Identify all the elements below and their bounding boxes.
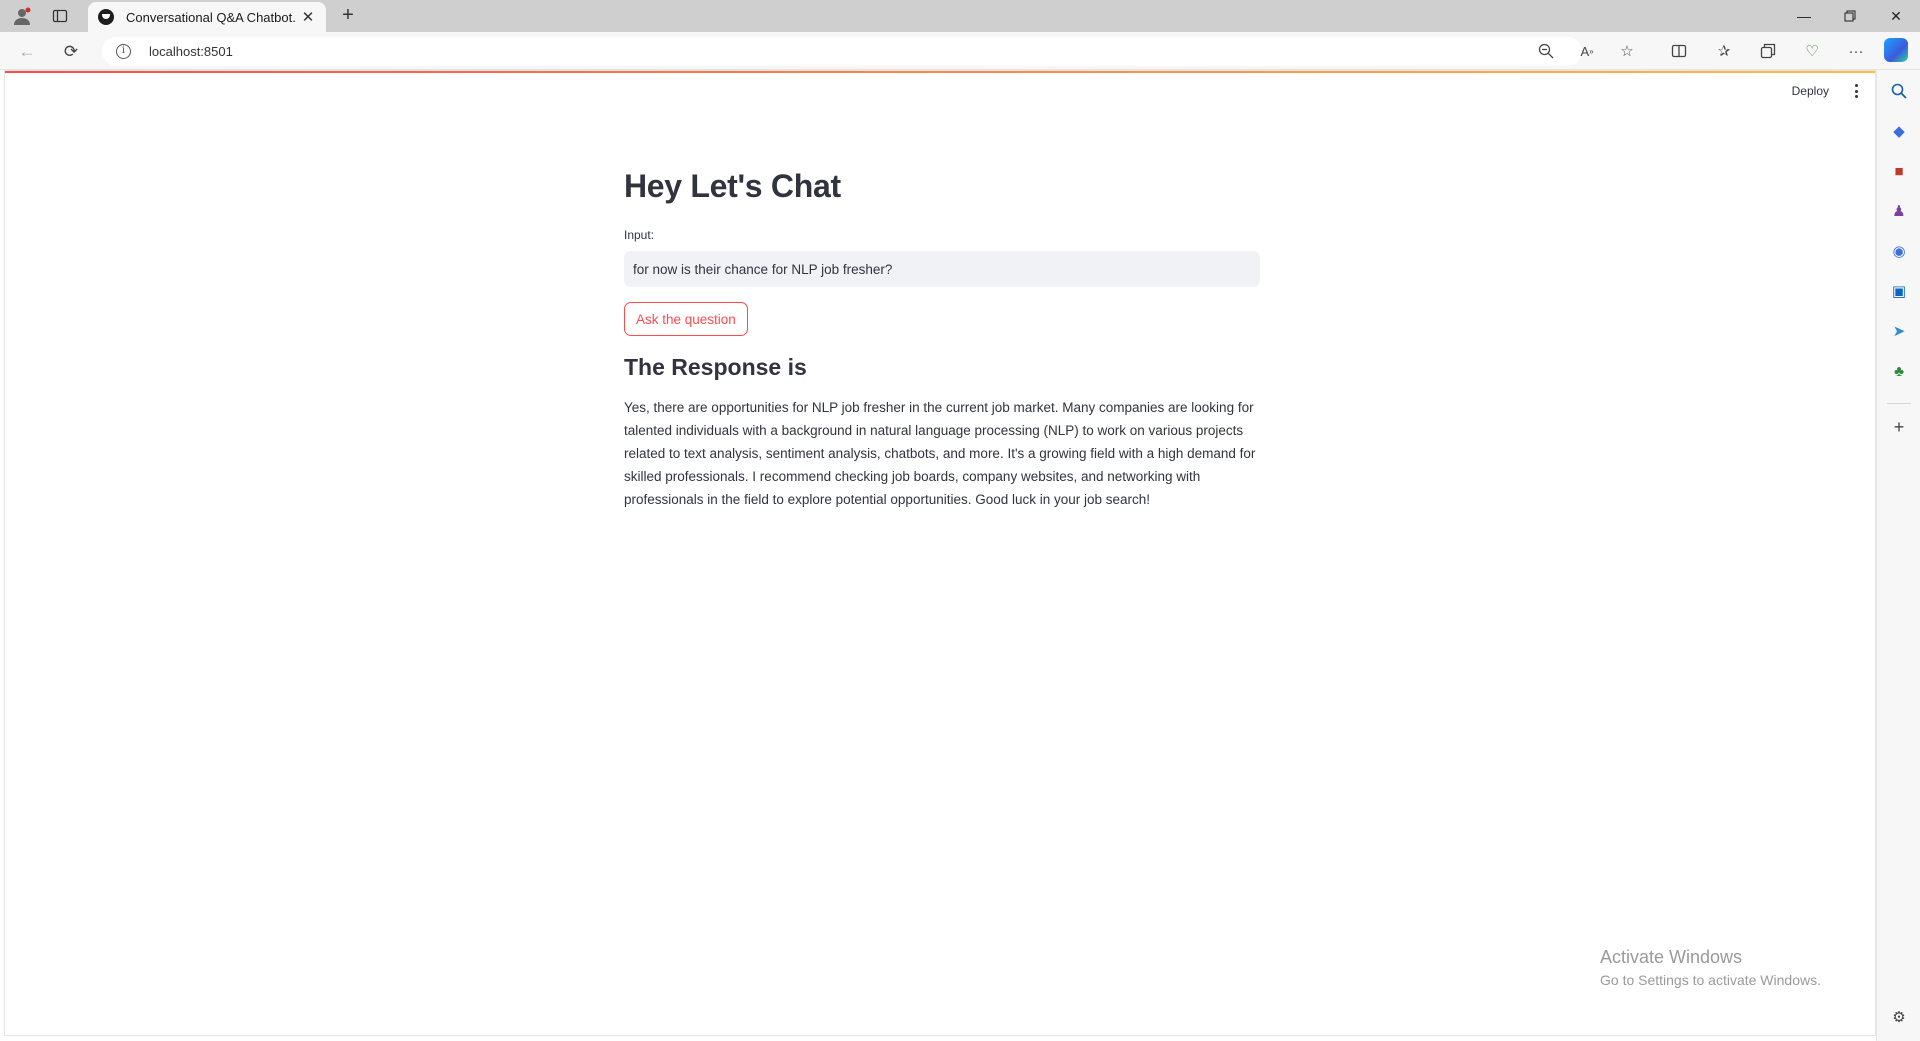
ask-question-button[interactable]: Ask the question <box>624 302 748 336</box>
url-bar[interactable]: i localhost:8501 <box>102 37 1582 66</box>
question-input[interactable] <box>624 251 1260 287</box>
site-info-icon[interactable]: i <box>116 44 131 59</box>
split-screen-icon[interactable] <box>1667 39 1691 63</box>
tab-title: Conversational Q&A Chatbot. <box>126 9 296 25</box>
add-sidebar-app-icon[interactable]: + <box>1888 416 1910 438</box>
app-viewport: Deploy Hey Let's Chat Input: Ask the que… <box>4 70 1876 1036</box>
tab-actions-icon[interactable] <box>48 4 72 28</box>
url-text: localhost:8501 <box>149 44 233 59</box>
favorite-star-icon[interactable]: ☆ <box>1615 39 1639 63</box>
close-tab-icon[interactable]: ✕ <box>300 8 316 26</box>
copilot-icon[interactable] <box>1884 38 1908 62</box>
favorites-icon[interactable]: ✰ <box>1712 39 1736 63</box>
main-menu-icon[interactable] <box>1851 81 1861 101</box>
games-icon[interactable]: ♟ <box>1888 200 1910 222</box>
streamlit-favicon-icon <box>98 9 114 25</box>
windows-activation-watermark: Activate Windows Go to Settings to activ… <box>1600 946 1821 990</box>
address-bar-row: ← ⟳ i localhost:8501 A» ☆ ✰ ♡ ··· <box>0 32 1920 70</box>
watermark-line-1: Activate Windows <box>1600 947 1743 967</box>
tab-active[interactable]: Conversational Q&A Chatbot. ✕ <box>88 2 326 32</box>
search-icon[interactable] <box>1888 80 1910 102</box>
back-icon[interactable]: ← <box>14 39 40 65</box>
send-icon[interactable]: ➤ <box>1888 320 1910 342</box>
new-tab-icon[interactable]: + <box>336 4 360 28</box>
minimize-icon[interactable]: — <box>1781 0 1827 32</box>
profile-icon[interactable] <box>10 4 34 28</box>
tree-icon[interactable]: ♣ <box>1888 360 1910 382</box>
close-window-icon[interactable]: ✕ <box>1873 0 1919 32</box>
shopping-tag-icon[interactable]: ◆ <box>1888 120 1910 142</box>
header-decoration <box>5 71 1875 73</box>
sidebar-divider <box>1887 403 1911 404</box>
watermark-line-2: Go to Settings to activate Windows. <box>1600 972 1821 988</box>
response-heading: The Response is <box>624 354 807 380</box>
browser-sidebar: ◆ ■ ♟ ◉ ▣ ➤ ♣ + ⚙ <box>1876 70 1920 1041</box>
browser-essentials-icon[interactable]: ♡ <box>1800 39 1824 63</box>
zoom-out-icon[interactable] <box>1534 39 1558 63</box>
response-text: Yes, there are opportunities for NLP job… <box>624 400 1256 507</box>
collections-icon[interactable] <box>1756 39 1780 63</box>
outlook-icon[interactable]: ▣ <box>1888 280 1910 302</box>
input-label: Input: <box>624 228 655 242</box>
deploy-button[interactable]: Deploy <box>1792 84 1829 98</box>
tools-icon[interactable]: ■ <box>1888 160 1910 182</box>
browser-titlebar: Conversational Q&A Chatbot. ✕ + — ✕ <box>0 0 1920 32</box>
refresh-icon[interactable]: ⟳ <box>58 39 84 65</box>
microsoft-365-icon[interactable]: ◉ <box>1888 240 1910 262</box>
page-title: Hey Let's Chat <box>624 168 841 204</box>
more-options-icon[interactable]: ··· <box>1844 39 1868 63</box>
read-aloud-icon[interactable]: A» <box>1575 39 1599 63</box>
restore-icon[interactable] <box>1827 0 1873 32</box>
settings-gear-icon[interactable]: ⚙ <box>1888 1006 1910 1028</box>
main-block: Hey Let's Chat Input: Ask the question T… <box>624 166 1260 511</box>
